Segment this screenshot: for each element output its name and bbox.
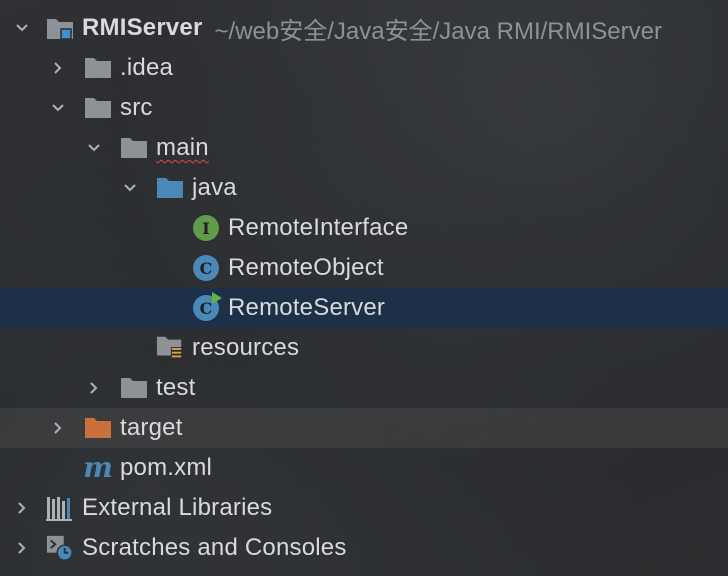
interface-icon: I xyxy=(192,214,220,242)
folder-icon xyxy=(120,134,148,162)
project-tree: RMIServer ~/web安全/Java安全/Java RMI/RMISer… xyxy=(0,8,728,568)
tree-node-label: resources xyxy=(192,334,300,361)
tree-node-label: java xyxy=(192,174,237,201)
source-folder-icon xyxy=(156,174,184,202)
chevron-down-icon[interactable] xyxy=(118,168,142,208)
chevron-down-icon[interactable] xyxy=(82,128,106,168)
tree-node-label: Scratches and Consoles xyxy=(82,534,347,561)
tree-node-remote-server[interactable]: C RemoteServer xyxy=(0,288,728,328)
tree-node-label: RemoteInterface xyxy=(228,214,409,241)
tree-node-pom[interactable]: m pom.xml xyxy=(0,448,728,488)
class-glyph: C xyxy=(193,292,222,321)
tree-node-remote-interface[interactable]: I RemoteInterface xyxy=(0,208,728,248)
tree-node-resources[interactable]: resources xyxy=(0,328,728,368)
tree-node-label: test xyxy=(156,374,196,401)
runnable-class-icon: C xyxy=(192,292,222,322)
chevron-right-icon[interactable] xyxy=(10,528,34,568)
chevron-right-icon[interactable] xyxy=(10,488,34,528)
libraries-icon xyxy=(46,494,74,522)
tree-node-label: pom.xml xyxy=(120,454,213,481)
tree-node-label: main xyxy=(156,134,209,161)
folder-icon xyxy=(84,54,112,82)
tree-node-idea[interactable]: .idea xyxy=(0,48,728,88)
module-folder-icon xyxy=(46,14,74,42)
chevron-right-icon[interactable] xyxy=(82,368,106,408)
class-glyph: C xyxy=(193,255,219,281)
maven-glyph: m xyxy=(83,451,113,484)
class-glyph-letter: C xyxy=(199,298,213,318)
chevron-down-icon[interactable] xyxy=(10,8,34,48)
maven-icon: m xyxy=(83,451,113,484)
tree-node-java[interactable]: java xyxy=(0,168,728,208)
interface-glyph: I xyxy=(193,215,219,241)
folder-icon xyxy=(84,94,112,122)
tree-node-test[interactable]: test xyxy=(0,368,728,408)
tree-node-label: External Libraries xyxy=(82,494,273,521)
chevron-right-icon[interactable] xyxy=(46,48,70,88)
tree-node-label: src xyxy=(120,94,153,121)
tree-node-scratches[interactable]: Scratches and Consoles xyxy=(0,528,728,568)
excluded-folder-icon xyxy=(84,414,112,442)
run-marker-icon xyxy=(212,292,222,304)
tree-node-label: RemoteObject xyxy=(228,254,384,281)
tree-node-label: RemoteServer xyxy=(228,294,386,321)
resources-folder-icon xyxy=(156,334,184,362)
tree-node-label: RMIServer xyxy=(82,14,203,41)
scratches-icon xyxy=(46,534,74,562)
tree-node-target[interactable]: target xyxy=(0,408,728,448)
module-path: ~/web安全/Java安全/Java RMI/RMIServer xyxy=(214,17,662,45)
tree-node-remote-object[interactable]: C RemoteObject xyxy=(0,248,728,288)
tree-node-external-libraries[interactable]: External Libraries xyxy=(0,488,728,528)
tree-node-src[interactable]: src xyxy=(0,88,728,128)
tree-node-main[interactable]: main xyxy=(0,128,728,168)
tree-node-label: target xyxy=(120,414,183,441)
chevron-right-icon[interactable] xyxy=(46,408,70,448)
chevron-down-icon[interactable] xyxy=(46,88,70,128)
tree-node-rmiserver[interactable]: RMIServer ~/web安全/Java安全/Java RMI/RMISer… xyxy=(0,8,728,48)
tree-node-label: .idea xyxy=(120,54,174,81)
class-icon: C xyxy=(192,254,220,282)
folder-icon xyxy=(120,374,148,402)
